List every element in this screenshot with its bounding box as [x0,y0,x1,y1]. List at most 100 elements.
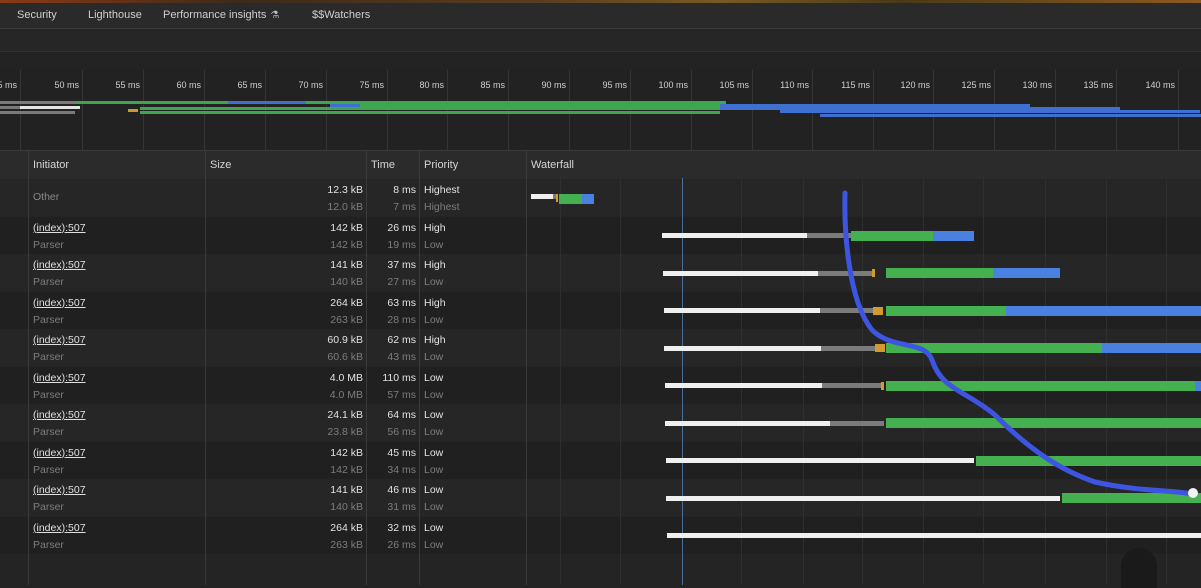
overview-activity-bar [228,101,308,104]
time-cell: 8 ms [393,184,416,196]
initiator-cell-secondary: Parser [33,426,64,438]
initiator-cell[interactable]: (index):507 [33,372,86,384]
size-cell: 264 kB [330,521,363,534]
waterfall-segment-green [886,380,1195,391]
column-header-size[interactable]: Size [210,159,231,171]
devtools-tabbar: Security Lighthouse Performance insights… [0,3,1201,29]
initiator-cell[interactable]: (index):507 [33,522,86,534]
initiator-cell-secondary: Parser [33,276,64,288]
size-cell-secondary: 60.6 kB [327,351,363,363]
time-cell: 37 ms [387,259,416,271]
column-divider [366,150,367,585]
overview-tick-label: 70 ms [298,80,323,90]
overview-activity-bar [128,109,138,112]
priority-cell-secondary: Low [424,501,444,513]
waterfall-segment-gray [807,233,851,238]
overview-gridline [508,70,509,150]
overview-activity-bar [20,106,80,109]
size-cell: 142 kB [330,446,363,459]
overview-tick-label: 80 ms [419,80,444,90]
tab-watchers[interactable]: $$Watchers [312,9,370,21]
column-header-initiator[interactable]: Initiator [33,159,69,171]
initiator-cell: Other [33,191,60,203]
overview-gridline [204,70,205,150]
time-cell: 26 ms [387,221,416,234]
column-divider [205,150,206,585]
tab-performance-insights[interactable]: Performance insights ⚗ [163,9,279,21]
initiator-cell-secondary: Parser [33,313,64,326]
waterfall-segment-green [886,268,993,278]
toolbar-row [0,29,1201,51]
waterfall-segment-white [662,233,807,238]
time-cell-secondary: 34 ms [387,463,416,476]
overview-activity-bar [140,107,720,110]
priority-cell: Highest [424,184,460,196]
waterfall-segment-green [976,455,1201,466]
initiator-cell[interactable]: (index):507 [33,222,86,234]
overview-gridline [630,70,631,150]
waterfall-segment-gray [818,270,872,276]
size-cell: 141 kB [330,259,363,271]
initiator-cell[interactable]: (index):507 [33,484,86,496]
waterfall-segment-gray [821,345,875,351]
overview-tick-label: 105 ms [719,80,749,90]
request-row[interactable]: (index):507 Parser 142 kB 142 kB 26 ms 19 ms H… [0,216,1201,254]
overview-gridline [447,70,448,150]
priority-cell: Low [424,371,444,384]
waterfall-gridline [620,178,621,585]
priority-cell: Low [424,446,444,459]
size-cell-secondary: 263 kB [330,313,363,326]
waterfall-gridline [741,178,742,585]
overview-gridline [20,70,21,150]
size-cell: 264 kB [330,296,363,309]
column-header-time[interactable]: Time [371,159,395,171]
waterfall-segment-gray [830,420,884,426]
overview-gridline [82,70,83,150]
request-row[interactable]: Other 12.3 kB 12.0 kB 8 ms 7 ms Highest Highes… [0,179,1201,216]
overview-tick-label: 60 ms [176,80,201,90]
priority-cell: High [424,296,446,309]
priority-cell-secondary: Low [424,538,444,551]
overview-gridline [691,70,692,150]
column-header-priority[interactable]: Priority [424,159,458,171]
overview-tick-label: 90 ms [541,80,566,90]
waterfall-segment-blue [1006,305,1201,316]
overview-tick-label: 115 ms [841,80,870,90]
time-cell-secondary: 28 ms [387,313,416,326]
waterfall-segment-orange [875,344,885,352]
tab-security[interactable]: Security [17,9,57,21]
priority-cell-secondary: Low [424,238,444,251]
waterfall-segment-orange [556,194,558,202]
initiator-cell[interactable]: (index):507 [33,334,86,346]
initiator-cell-secondary: Parser [33,538,64,551]
time-cell: 45 ms [387,446,416,459]
initiator-cell-secondary: Parser [33,238,64,251]
overview-gridline [143,70,144,150]
column-header-waterfall[interactable]: Waterfall [531,159,574,171]
overview-tick-label: 55 ms [115,80,140,90]
priority-cell: High [424,221,446,234]
initiator-cell[interactable]: (index):507 [33,447,86,459]
size-cell-secondary: 4.0 MB [329,388,363,401]
initiator-cell[interactable]: (index):507 [33,409,86,421]
initiator-cell[interactable]: (index):507 [33,297,86,309]
initiator-cell-secondary: Parser [33,388,64,401]
time-cell: 110 ms [382,371,416,384]
overview-gridline [265,70,266,150]
size-cell: 24.1 kB [327,409,363,421]
waterfall-gridline [560,178,561,585]
initiator-cell[interactable]: (index):507 [33,259,86,271]
overview-tick-label: 85 ms [480,80,505,90]
timeline-overview[interactable]: 45 ms 50 ms 55 ms 60 ms 65 ms 70 ms 75 ms 80 ms… [0,70,1201,150]
priority-cell: Low [424,484,444,496]
tab-lighthouse[interactable]: Lighthouse [88,9,142,21]
overview-tick-label: 65 ms [237,80,262,90]
size-cell-secondary: 12.0 kB [327,201,363,213]
overview-gridline [387,70,388,150]
time-cell-secondary: 56 ms [387,426,416,438]
waterfall-segment-green [886,343,1102,353]
overview-gridline [569,70,570,150]
time-cell-secondary: 57 ms [387,388,416,401]
waterfall-gridline [803,178,804,585]
priority-cell-secondary: Highest [424,201,460,213]
